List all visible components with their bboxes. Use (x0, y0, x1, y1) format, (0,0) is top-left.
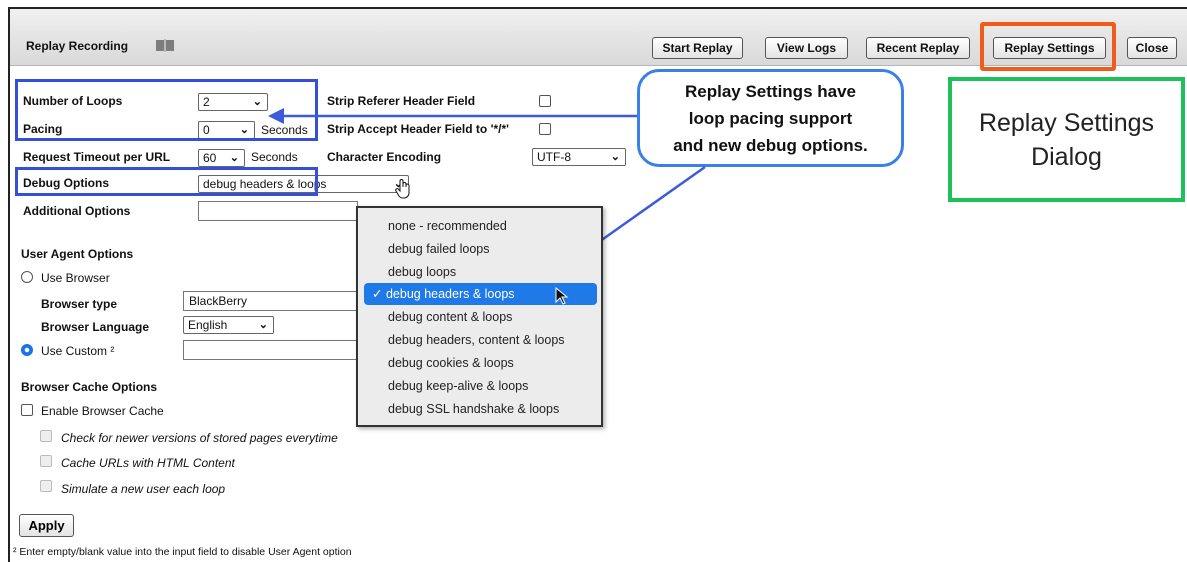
dialog-callout-line2: Dialog (1031, 142, 1102, 171)
bubble-line1: Replay Settings have (684, 81, 856, 101)
cache-section-title: Browser Cache Options (21, 380, 158, 394)
timeout-unit: Seconds (251, 150, 298, 164)
mouse-pointer-icon (555, 287, 569, 305)
footnote: ² Enter empty/blank value into the input… (13, 546, 352, 558)
character-encoding-value: UTF-8 (537, 150, 571, 164)
timeout-label: Request Timeout per URL (23, 150, 171, 164)
dropdown-option[interactable]: debug headers, content & loops (364, 329, 597, 351)
dropdown-option[interactable]: debug keep-alive & loops (364, 375, 597, 397)
dialog-callout: Replay Settings Dialog (948, 77, 1185, 202)
dropdown-option-selected-label: debug headers & loops (385, 287, 515, 301)
dropdown-option[interactable]: debug content & loops (364, 306, 597, 328)
browser-language-label: Browser Language (41, 320, 150, 334)
chevron-down-icon: ⌄ (610, 151, 620, 163)
simulate-user-checkbox[interactable] (40, 480, 52, 492)
browser-type-label: Browser type (41, 297, 118, 311)
cache-urls-label: Cache URLs with HTML Content (61, 456, 235, 470)
character-encoding-label: Character Encoding (327, 150, 442, 164)
dropdown-option[interactable]: debug cookies & loops (364, 352, 597, 374)
use-custom-label: Use Custom ² (41, 344, 115, 358)
debug-options-dropdown: none - recommended debug failed loops de… (356, 206, 603, 427)
user-agent-section-title: User Agent Options (21, 247, 134, 261)
use-custom-radio[interactable] (21, 344, 33, 356)
dialog-callout-line1: Replay Settings (978, 108, 1155, 137)
custom-user-agent-input[interactable] (183, 340, 358, 360)
hand-cursor-icon (395, 179, 410, 199)
view-logs-button[interactable]: View Logs (765, 37, 848, 59)
strip-accept-checkbox[interactable] (539, 123, 551, 135)
strip-referer-checkbox[interactable] (539, 95, 551, 107)
start-replay-button[interactable]: Start Replay (652, 37, 743, 59)
replay-settings-highlight (980, 22, 1116, 71)
use-browser-label: Use Browser (41, 271, 110, 285)
dropdown-option[interactable]: debug SSL handshake & loops (364, 398, 597, 420)
dropdown-option[interactable]: debug failed loops (364, 238, 597, 260)
browser-type-select[interactable]: BlackBerry (183, 291, 358, 311)
cache-urls-checkbox[interactable] (40, 455, 52, 467)
check-newer-checkbox[interactable] (40, 430, 52, 442)
enable-cache-checkbox[interactable] (21, 404, 33, 416)
character-encoding-select[interactable]: UTF-8 ⌄ (532, 148, 626, 166)
browser-type-value: BlackBerry (189, 294, 248, 308)
enable-cache-label: Enable Browser Cache (41, 404, 164, 418)
browser-language-select[interactable]: English ⌄ (183, 316, 274, 334)
close-button[interactable]: Close (1127, 37, 1177, 59)
check-newer-label: Check for newer versions of stored pages… (61, 431, 338, 445)
book-icon (156, 39, 174, 52)
bubble-line2: loop pacing support (688, 108, 853, 128)
loops-pacing-highlight (15, 79, 318, 141)
chevron-down-icon: ⌄ (229, 152, 239, 164)
dropdown-option[interactable]: none - recommended (364, 215, 597, 237)
timeout-value: 60 (203, 151, 217, 165)
feature-callout-bubble: Replay Settings have loop pacing support… (637, 69, 904, 167)
debug-options-highlight (15, 167, 318, 196)
checkmark-icon: ✓ (372, 287, 383, 301)
bubble-line3: and new debug options. (673, 135, 868, 155)
page-title: Replay Recording (26, 39, 129, 53)
use-browser-radio[interactable] (21, 271, 33, 283)
timeout-select[interactable]: 60 ⌄ (198, 149, 245, 167)
apply-button[interactable]: Apply (19, 514, 74, 537)
additional-options-input[interactable] (198, 201, 358, 221)
chevron-down-icon: ⌄ (258, 319, 268, 331)
simulate-user-label: Simulate a new user each loop (61, 482, 226, 496)
browser-language-value: English (188, 318, 228, 332)
dropdown-option[interactable]: debug loops (364, 261, 597, 283)
strip-referer-label: Strip Referer Header Field (327, 94, 476, 108)
additional-options-label: Additional Options (23, 204, 131, 218)
strip-accept-label: Strip Accept Header Field to '*/*' (327, 122, 509, 136)
recent-replay-button[interactable]: Recent Replay (866, 37, 970, 59)
